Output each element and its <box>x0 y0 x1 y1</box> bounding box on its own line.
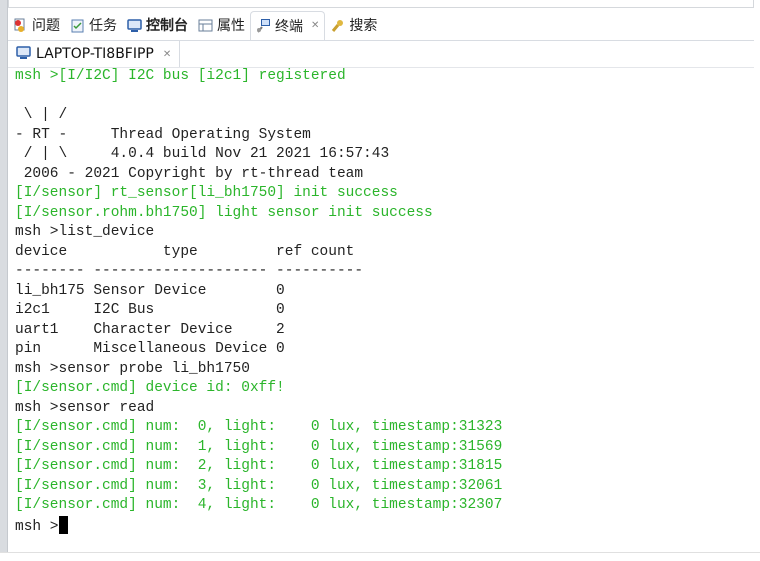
tab-label: 任务 <box>89 18 117 34</box>
top-panel-edge <box>8 0 754 8</box>
tab-terminal[interactable]: 终端 ✕ <box>250 10 326 40</box>
terminal-line: i2c1 I2C Bus 0 <box>15 302 285 318</box>
properties-icon <box>198 18 213 33</box>
terminal-line: [I/sensor.cmd] device id: 0xff! <box>15 380 285 396</box>
terminal-tab-bar: LAPTOP-TI8BFIPP ✕ <box>8 40 754 68</box>
terminal-line: - RT - Thread Operating System <box>15 126 311 143</box>
left-panel-edge <box>0 0 8 552</box>
terminal-line: msh >list_device <box>15 224 155 240</box>
terminal-line: msh >sensor read <box>15 399 155 416</box>
close-icon[interactable]: ✕ <box>163 49 171 60</box>
tab-label: 终端 <box>275 18 303 35</box>
terminal-line: -------- -------------------- ---------- <box>15 263 364 279</box>
terminal-line: [I/sensor.cmd] num: 3, light: 0 lux, tim… <box>15 477 503 494</box>
terminal-line: device type ref count <box>15 243 355 260</box>
terminal-line: [I/sensor.cmd] num: 1, light: 0 lux, tim… <box>15 438 503 455</box>
terminal-line: 2006 - 2021 Copyright by rt-thread team <box>15 165 364 182</box>
monitor-icon <box>16 45 31 64</box>
terminal-line: [I/sensor.cmd] num: 2, light: 0 lux, tim… <box>15 458 503 474</box>
terminal-line: pin Miscellaneous Device 0 <box>15 341 285 357</box>
console-icon <box>127 18 142 33</box>
tab-tasks[interactable]: 任务 <box>65 11 122 39</box>
tab-terminal-session[interactable]: LAPTOP-TI8BFIPP ✕ <box>8 41 181 67</box>
tab-label: 搜索 <box>349 18 378 34</box>
terminal-line: \ | / <box>15 107 68 123</box>
terminal-line: msh >sensor probe li_bh1750 <box>15 360 250 377</box>
close-icon[interactable]: ✕ <box>311 20 319 31</box>
terminal-line: uart1 Character Device 2 <box>15 321 285 338</box>
terminal-line: [I/sensor.cmd] num: 4, light: 0 lux, tim… <box>15 497 503 513</box>
terminal-line: [I/sensor] rt_sensor[li_bh1750] init suc… <box>15 185 398 201</box>
tasks-icon <box>70 18 85 33</box>
tab-label: 属性 <box>217 18 245 34</box>
problems-icon <box>13 18 28 33</box>
cursor <box>58 515 68 534</box>
bottom-edge <box>0 552 760 553</box>
terminal-line: msh >[I/I2C] I2C bus [i2c1] registered <box>15 68 346 84</box>
search-icon <box>330 18 345 33</box>
tab-label: LAPTOP-TI8BFIPP <box>36 46 154 62</box>
tab-label: 控制台 <box>146 18 188 34</box>
view-tab-bar: 问题 任务 控制台 属性 终端 ✕ 搜索 <box>8 10 760 40</box>
terminal-icon <box>256 18 271 33</box>
tab-search[interactable]: 搜索 <box>325 11 382 39</box>
terminal-line: [I/sensor.rohm.bh1750] light sensor init… <box>15 204 433 221</box>
terminal-prompt-line[interactable]: msh > <box>15 515 502 538</box>
prompt: msh > <box>15 518 59 535</box>
tab-problems[interactable]: 问题 <box>8 11 65 39</box>
terminal-line: / | \ 4.0.4 build Nov 21 2021 16:57:43 <box>15 146 390 162</box>
tab-console[interactable]: 控制台 <box>122 11 193 39</box>
terminal-output[interactable]: msh >[I/I2C] I2C bus [i2c1] registered \… <box>15 67 502 537</box>
tab-label: 问题 <box>32 18 60 34</box>
terminal-line: li_bh175 Sensor Device 0 <box>15 282 285 299</box>
tab-properties[interactable]: 属性 <box>193 11 250 39</box>
terminal-line: [I/sensor.cmd] num: 0, light: 0 lux, tim… <box>15 419 503 435</box>
